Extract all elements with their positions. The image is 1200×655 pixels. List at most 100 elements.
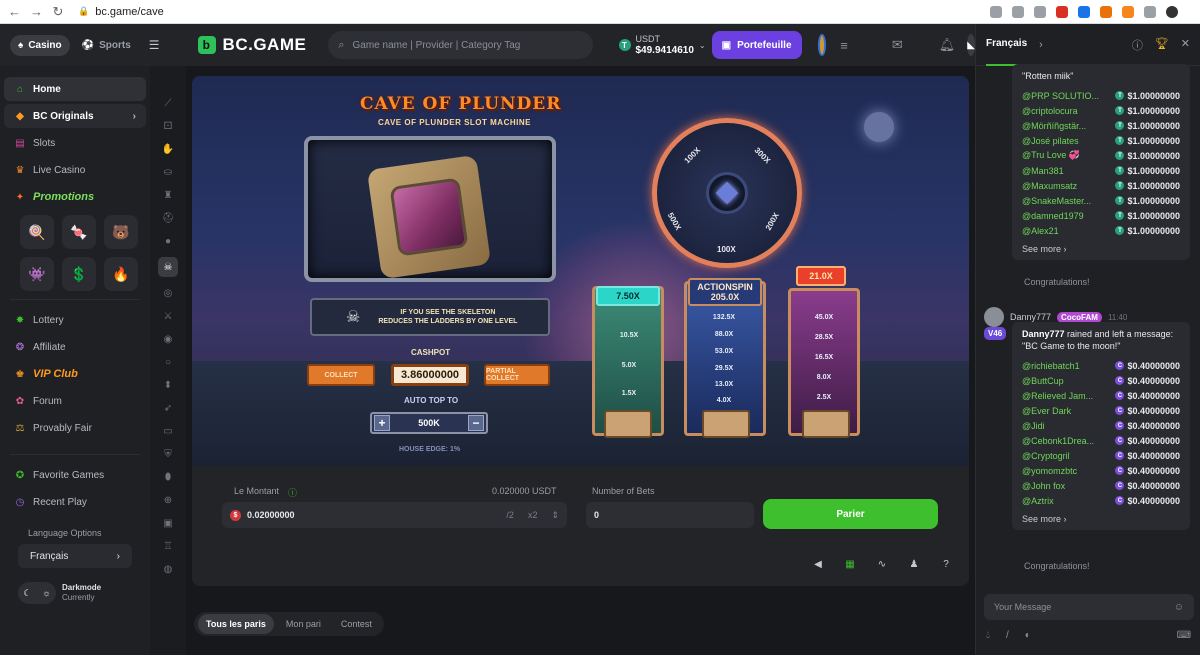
rain-user[interactable]: @Jidi [1022,421,1102,431]
tower-icon[interactable]: ♜ [161,188,175,202]
sidebar-item-home[interactable]: ⌂ Home [4,77,146,101]
slash-command-icon[interactable]: / [1006,630,1009,641]
square-icon[interactable]: ▣ [161,516,175,530]
slider-toggle-icon[interactable]: ⇕ [551,510,559,521]
rain-user[interactable]: @SnakeMaster... [1022,196,1102,206]
double-button[interactable]: x2 [528,510,538,521]
help-icon[interactable]: ? [940,558,952,570]
rain-user[interactable]: @Tru Love 💞 [1022,150,1102,161]
mine-icon[interactable]: ⛀ [161,165,175,179]
tab-all-bets[interactable]: Tous les paris [198,614,274,634]
rain-user[interactable]: @richiebatch1 [1022,361,1102,371]
sidebar-item-slots[interactable]: ▤ Slots [4,131,146,155]
emoji-icon[interactable]: ☺ [1174,602,1184,613]
bell-icon[interactable]: 🔔︎ [939,37,956,53]
tab-contest[interactable]: Contest [333,614,380,634]
share-icon[interactable] [990,5,1002,18]
bookmark-icon[interactable] [1012,5,1024,18]
search-bar[interactable]: ⌕ [328,31,593,59]
rain-user[interactable]: @Alex21 [1022,226,1102,236]
menu-dots-icon[interactable] [1188,6,1192,18]
stats-icon[interactable]: ∿ [876,558,888,570]
promo-lollipop-icon[interactable]: 🍭 [20,215,54,249]
promo-dollar-icon[interactable]: 💲 [62,257,96,291]
hand-icon[interactable]: ✋ [161,142,175,156]
rain-user[interactable]: @criptolocura [1022,106,1102,116]
site-logo[interactable]: b BC.GAME [197,35,307,55]
sidebar-item-forum[interactable]: ✿ Forum [4,389,146,413]
egg-icon[interactable]: ⬮ [161,470,175,484]
sound-icon[interactable]: ◀ [812,558,824,570]
menu-icon[interactable]: ☰ [149,38,160,52]
chat-language-tab[interactable]: Français [986,24,1028,66]
helmet-icon[interactable]: ⛑ [161,211,175,225]
rain-user[interactable]: @damned1979 [1022,211,1102,221]
keyboard-icon[interactable]: ▦ [844,558,856,570]
profile-icon[interactable] [1166,5,1178,18]
rain-user[interactable]: @Maxumsatz [1022,181,1102,191]
search-input[interactable] [352,39,583,51]
promo-monster-icon[interactable]: 👾 [20,257,54,291]
fairness-icon[interactable]: ♟ [908,558,920,570]
rain-user[interactable]: @PRP SOLUTIO... [1022,91,1102,101]
coin-drop-icon[interactable]: ◐ [1025,630,1031,641]
wheel-icon[interactable]: ⊕ [161,493,175,507]
reload-icon[interactable]: ↻ [52,4,64,20]
sidebar-item-vip[interactable]: ♚ VIP Club [4,362,146,386]
balance-selector[interactable]: T USDT $49.9414610 ⌄ [618,34,706,56]
language-select[interactable]: Français › [18,544,132,568]
extension-orange-icon[interactable] [1100,5,1112,18]
info-icon[interactable]: ⓘ [288,486,297,499]
rain-user[interactable]: @Cryptogril [1022,451,1102,461]
sidebar-item-lottery[interactable]: ✸ Lottery [4,308,146,332]
keyboard-icon[interactable]: ⌨ [1177,630,1191,641]
chat-input-box[interactable]: ☺ [984,594,1194,620]
see-more-link[interactable]: See more › [1022,244,1180,254]
dice-icon[interactable]: ⚀ [161,119,175,133]
collect-button[interactable]: COLLECT [307,364,375,386]
user-avatar[interactable] [817,34,827,56]
rain-user[interactable]: @ButtCup [1022,376,1102,386]
promo-candy-icon[interactable]: 🍬 [62,215,96,249]
rain-user[interactable]: @yomomzbtc [1022,466,1102,476]
half-button[interactable]: /2 [506,510,514,521]
metamask-icon[interactable] [1122,5,1134,18]
sword-icon[interactable]: ⚔ [161,309,175,323]
sidebar-item-affiliate[interactable]: ❂ Affiliate [4,335,146,359]
puzzle-icon[interactable] [1144,5,1156,18]
darkmode-toggle[interactable]: ☾ ☼ [18,582,56,604]
rain-user[interactable]: @Cebonk1Drea... [1022,436,1102,446]
avatar[interactable] [984,307,1004,327]
chat-toggle-icon[interactable]: ◣ [967,34,975,56]
ring-icon[interactable]: ○ [161,355,175,369]
rain-user[interactable]: @Mörñíñgstär... [1022,121,1102,131]
robot-icon[interactable]: ♖ [161,539,175,553]
casino-tab[interactable]: ♠ Casino [10,34,70,56]
rain-user[interactable]: @John fox [1022,481,1102,491]
message-author[interactable]: Danny777 [1010,312,1051,322]
rain-user[interactable]: @Man381 [1022,166,1102,176]
bomb-icon[interactable]: ● [161,234,175,248]
eye-icon[interactable]: ◉ [161,332,175,346]
extension-blue-icon[interactable] [1078,5,1090,18]
rain-icon[interactable]: 💧︎ [986,630,990,641]
list-icon[interactable]: ≡ [840,38,848,53]
star-icon[interactable] [1034,5,1046,18]
back-icon[interactable]: ← [8,4,21,19]
sidebar-item-recent[interactable]: ◷ Recent Play [4,490,146,514]
chevron-right-icon[interactable]: › [1039,39,1043,51]
cards-icon[interactable]: ▭ [161,424,175,438]
info-icon[interactable]: ⓘ [1132,37,1143,53]
see-more-link[interactable]: See more › [1022,514,1180,524]
shield-icon[interactable]: ⛨ [161,447,175,461]
plinko-icon[interactable]: ◎ [161,286,175,300]
sidebar-item-promotions[interactable]: ✦ Promotions [4,185,146,209]
sidebar-item-live-casino[interactable]: ♛ Live Casino [4,158,146,182]
rain-user[interactable]: @Ever Dark [1022,406,1102,416]
crash-icon[interactable]: ⟋ [161,96,175,110]
amount-input[interactable]: $ 0.02000000 /2 x2 ⇕ [222,502,567,528]
bets-input[interactable]: 0 [586,502,754,528]
plus-icon[interactable]: + [374,415,390,431]
promo-fire-icon[interactable]: 🔥 [104,257,138,291]
game-canvas[interactable]: CAVE OF PLUNDER CAVE OF PLUNDER SLOT MAC… [192,76,969,466]
